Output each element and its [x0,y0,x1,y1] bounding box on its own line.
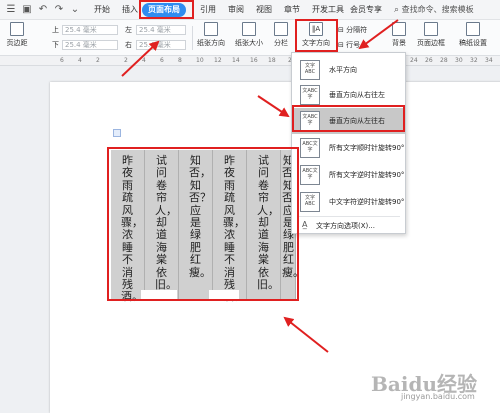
horizontal-text-icon: 文字ABC [300,60,320,80]
page-border-icon [424,22,438,36]
menu-item-cjk-rotate-ccw[interactable]: 文字ABC 中文字符逆时针旋转90° [292,189,405,215]
menu-item-label: 所有文字逆时针旋转90° [329,171,405,179]
search-placeholder: 查找命令、搜索模板 [401,5,474,14]
paper-settings-icon [466,22,480,36]
break-label: 分隔符 [346,26,368,34]
margins-icon [10,22,24,36]
menu-item-rotate-cw[interactable]: ABC文字 所有文字顺时针旋转90° [292,135,405,161]
right-margin-label: 右 [125,41,132,49]
redo-icon[interactable]: ↷ [52,3,66,17]
save-icon[interactable]: ▣ [20,3,34,17]
tab-section[interactable]: 章节 [284,3,300,17]
right-margin-input[interactable]: 25.4 毫米 [136,40,186,50]
text-options-icon: A̲ [302,220,308,229]
paper-settings-label: 稿纸设置 [459,39,487,47]
orientation-icon [204,22,218,36]
ruler-tick: 4 [78,57,82,64]
menu-item-horizontal[interactable]: 文字ABC 水平方向 [292,57,405,83]
paper-settings-button[interactable]: 稿纸设置 [456,22,490,48]
vertical-right-to-left-icon: 文ABC字 [300,85,320,105]
paper-size-label: 纸张大小 [235,39,263,47]
paragraph-handle-icon[interactable] [113,129,121,137]
ruler-tick: 32 [470,57,478,64]
ruler-tick: 2 [124,57,128,64]
margins-label: 页边距 [6,39,28,47]
columns-icon [274,22,288,36]
menu-item-label: 文字方向选项(X)... [316,222,375,230]
ruler-tick: 26 [425,57,433,64]
tab-insert[interactable]: 插入 [122,3,138,17]
tab-view[interactable]: 视图 [256,3,272,17]
ribbon-separator [192,26,193,50]
command-search[interactable]: ⌕ 查找命令、搜索模板 [394,3,494,17]
margins-button[interactable]: 页边距 [4,22,30,48]
top-margin-input[interactable]: 25.4 毫米 [62,25,118,35]
ruler-tick: 10 [196,57,204,64]
bottom-margin-input[interactable]: 25.4 毫米 [62,40,118,50]
orientation-button[interactable]: 纸张方向 [194,22,228,48]
tab-vip[interactable]: 会员专享 [350,3,382,17]
ruler-tick: 6 [60,57,64,64]
menu-item-rotate-ccw[interactable]: ABC文字 所有文字逆时针旋转90° [292,162,405,188]
columns-label: 分栏 [274,39,288,47]
break-button[interactable]: ⊟ 分隔符 [338,25,367,35]
baidu-watermark: Baidu经验 jingyan.baidu.com [371,368,496,404]
ruler-tick: 16 [250,57,258,64]
paper-size-icon [242,22,256,36]
search-icon: ⌕ [394,5,400,15]
page-border-button[interactable]: 页面边框 [416,22,446,48]
columns-button[interactable]: 分栏 [270,22,292,48]
cjk-rotate-counterclockwise-icon: 文字ABC [300,192,320,212]
break-icon: ⊟ [338,26,344,34]
ruler-tick: 4 [142,57,146,64]
menu-item-text-direction-options[interactable]: A̲ 文字方向选项(X)... [292,217,405,233]
highlight-page-layout-tab [139,0,194,19]
background-button[interactable]: 背景 [388,22,410,48]
orientation-label: 纸张方向 [197,39,225,47]
highlight-text-direction-button [295,19,338,52]
line-number-icon: ⊟ [338,41,344,49]
left-margin-input[interactable]: 25.4 毫米 [136,25,186,35]
ruler-tick: 14 [232,57,240,64]
menu-item-label: 中文字符逆时针旋转90° [329,198,405,206]
watermark-url: jingyan.baidu.com [401,392,475,401]
ruler-tick: 6 [160,57,164,64]
ruler-tick: 8 [178,57,182,64]
more-icon[interactable]: ⌄ [68,3,82,17]
ruler-tick: 18 [268,57,276,64]
rotate-clockwise-icon: ABC文字 [300,138,320,158]
undo-icon[interactable]: ↶ [36,3,50,17]
rotate-counterclockwise-icon: ABC文字 [300,165,320,185]
paper-size-button[interactable]: 纸张大小 [232,22,266,48]
left-margin-label: 左 [125,26,132,34]
file-menu-icon[interactable]: ☰ [4,3,18,17]
tab-references[interactable]: 引用 [200,3,216,17]
ruler-tick: 28 [440,57,448,64]
menu-item-label: 所有文字顺时针旋转90° [329,144,405,152]
line-number-label: 行号 [346,41,361,49]
highlight-selected-menu-item [292,105,405,132]
highlight-vertical-table [107,147,299,301]
tab-review[interactable]: 审阅 [228,3,244,17]
ruler-tick: 2 [96,57,100,64]
ruler-tick: 24 [410,57,418,64]
horizontal-ruler[interactable]: 6 4 2 2 4 6 8 10 12 14 16 18 22 24 26 28… [0,56,500,66]
ruler-tick: 12 [214,57,222,64]
top-margin-label: 上 [52,26,59,34]
page-border-label: 页面边框 [417,39,445,47]
background-label: 背景 [392,39,406,47]
menu-bar: ☰ ▣ ↶ ↷ ⌄ 开始 插入 页面布局 引用 审阅 视图 章节 开发工具 会员… [0,0,500,20]
tab-developer[interactable]: 开发工具 [312,3,344,17]
background-icon [392,22,406,36]
menu-item-label: 垂直方向从右往左 [329,91,385,99]
bottom-margin-label: 下 [52,41,59,49]
tab-start[interactable]: 开始 [94,3,110,17]
ribbon: 页边距 上 25.4 毫米 下 25.4 毫米 左 25.4 毫米 右 25.4… [0,20,500,56]
ruler-tick: 34 [485,57,493,64]
text-direction-menu: 文字ABC 水平方向 文ABC字 垂直方向从右往左 文ABC字 垂直方向从左往右… [291,52,406,234]
menu-item-label: 水平方向 [329,66,357,74]
line-number-button[interactable]: ⊟ 行号 [338,40,360,50]
ruler-tick: 30 [455,57,463,64]
